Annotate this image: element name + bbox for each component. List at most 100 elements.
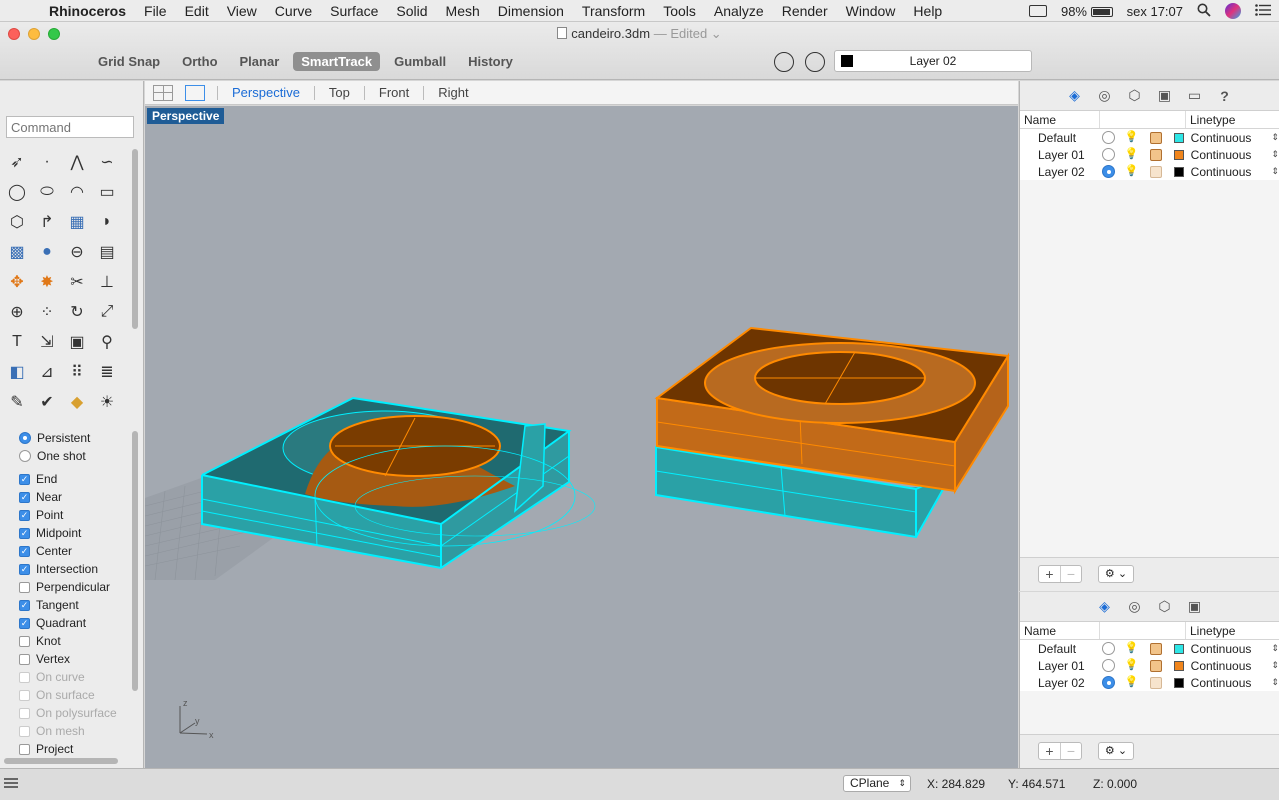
layer-linetype[interactable]: Continuous [1191,131,1272,145]
linetype-stepper-icon[interactable]: ⇕ [1271,149,1279,160]
gumball-toggle[interactable]: Gumball [386,52,454,71]
cylinder-icon[interactable]: ⊖ [62,237,92,267]
menu-tools[interactable]: Tools [654,3,705,19]
rotate-icon[interactable]: ↻ [62,297,92,327]
tab-perspective[interactable]: Perspective [217,85,314,100]
lightbulb-icon[interactable]: 💡 [1125,148,1139,161]
light-icon[interactable]: ☀ [92,387,122,417]
osnap-midpoint-checkbox[interactable]: ✓ [19,527,30,539]
osnap-quadrant-checkbox[interactable]: ✓ [19,617,30,629]
viewport-title[interactable]: Perspective [147,108,225,124]
add-layer-button[interactable]: + [1039,743,1060,759]
render-icon[interactable]: ◆ [62,387,92,417]
osnap-point-checkbox[interactable]: ✓ [19,509,30,521]
target-icon[interactable] [805,52,825,72]
named-views-tab-icon[interactable]: ▣ [1185,598,1205,616]
selected-object-right[interactable] [654,326,1010,539]
osnap-persistent-option[interactable]: Persistent [0,429,130,447]
menu-surface[interactable]: Surface [321,3,387,19]
spotlight-search-icon[interactable] [1197,3,1211,20]
remove-layer-button[interactable]: − [1059,566,1081,582]
tab-right[interactable]: Right [423,85,482,100]
linetype-stepper-icon[interactable]: ⇕ [1271,132,1279,143]
osnap-perpendicular[interactable]: Perpendicular [0,578,130,596]
layer-name[interactable]: Layer 01 [1020,148,1101,162]
lightbulb-icon[interactable]: 💡 [1125,642,1139,655]
explode-icon[interactable]: ✸ [32,267,62,297]
menu-app-name[interactable]: Rhinoceros [40,3,135,19]
layer-row[interactable]: Layer 02 💡 Continuous ⇕ [1020,163,1279,180]
arc-icon[interactable]: ◠ [62,177,92,207]
materials-tab-icon[interactable]: ◎ [1125,598,1145,616]
materials-tab-icon[interactable]: ◎ [1095,87,1115,105]
layer-name[interactable]: Default [1020,131,1101,145]
airplay-icon[interactable] [1028,5,1047,17]
osnap-tangent[interactable]: ✓ Tangent [0,596,130,614]
curve-icon[interactable]: ∽ [92,147,122,177]
layers-tab-icon[interactable]: ◈ [1095,598,1115,616]
menu-analyze[interactable]: Analyze [705,3,773,19]
lock-icon[interactable] [1149,148,1162,161]
menu-solid[interactable]: Solid [387,3,436,19]
layer-linetype[interactable]: Continuous [1191,676,1272,690]
layer-color-swatch[interactable] [1173,643,1184,654]
current-layer-radio[interactable] [1102,165,1115,178]
menu-mesh[interactable]: Mesh [437,3,489,19]
current-layer-radio[interactable] [1102,148,1115,161]
layer-row[interactable]: Layer 01 💡 Continuous ⇕ [1020,657,1279,674]
layer-tools-icon[interactable]: ≣ [92,357,122,387]
layer-row[interactable]: Layer 02 💡 Continuous ⇕ [1020,674,1279,691]
layer-row[interactable]: Default 💡 Continuous ⇕ [1020,129,1279,146]
osnap-scrollbar[interactable] [132,431,138,691]
history-toggle[interactable]: History [460,52,521,71]
layer-color-swatch[interactable] [1173,166,1184,177]
osnap-end-checkbox[interactable]: ✓ [19,473,30,485]
group-icon[interactable]: ⁘ [32,297,62,327]
layer-linetype[interactable]: Continuous [1191,659,1272,673]
osnap-project[interactable]: Project [0,740,130,758]
layer-name[interactable]: Default [1020,642,1101,656]
osnap-center[interactable]: ✓ Center [0,542,130,560]
box-icon[interactable]: ▩ [2,237,32,267]
linetype-stepper-icon[interactable]: ⇕ [1271,660,1279,671]
boolean-icon[interactable]: ⊕ [2,297,32,327]
layer-options-button[interactable]: ⚙ ⌄ [1098,565,1134,583]
lightbulb-icon[interactable]: 💡 [1125,165,1139,178]
osnap-near[interactable]: ✓ Near [0,488,130,506]
menu-curve[interactable]: Curve [266,3,321,19]
layers-tab-icon[interactable]: ◈ [1065,87,1085,105]
grid-snap-toggle[interactable]: Grid Snap [90,52,168,71]
linetype-stepper-icon[interactable]: ⇕ [1271,677,1279,688]
layer-row[interactable]: Default 💡 Continuous ⇕ [1020,640,1279,657]
osnap-point[interactable]: ✓ Point [0,506,130,524]
layer-color-swatch[interactable] [1173,132,1184,143]
menu-render[interactable]: Render [773,3,837,19]
ortho-toggle[interactable]: Ortho [174,52,225,71]
array-icon[interactable]: ▣ [62,327,92,357]
osnap-center-checkbox[interactable]: ✓ [19,545,30,557]
command-input[interactable] [6,116,134,138]
notification-center-icon[interactable] [1255,3,1271,19]
osnap-vertex-checkbox[interactable] [19,653,30,665]
cplane-selector[interactable]: CPlane ⇕ [843,775,911,792]
lock-icon[interactable] [1149,659,1162,672]
chevron-down-icon[interactable]: ⌄ [707,26,722,41]
single-view-layout-icon[interactable] [185,84,205,101]
layer-color-swatch[interactable] [1173,149,1184,160]
grid-array-icon[interactable]: ⠿ [62,357,92,387]
osnap-vertex[interactable]: Vertex [0,650,130,668]
osnap-intersection-checkbox[interactable]: ✓ [19,563,30,575]
four-view-layout-icon[interactable] [153,84,173,101]
sweep-icon[interactable]: ◗ [92,207,122,237]
check-icon[interactable]: ✔ [32,387,62,417]
col-name-header[interactable]: Name [1020,111,1100,128]
circle-icon[interactable]: ◯ [2,177,32,207]
clock[interactable]: sex 17:07 [1127,4,1183,19]
surface-icon[interactable]: ▦ [62,207,92,237]
analyze-icon[interactable]: ⚲ [92,327,122,357]
smarttrack-toggle[interactable]: SmartTrack [293,52,381,71]
ellipse-icon[interactable]: ⬭ [32,177,62,207]
point-icon[interactable]: · [32,147,62,177]
osnap-quadrant[interactable]: ✓ Quadrant [0,614,130,632]
lock-icon[interactable] [1149,642,1162,655]
